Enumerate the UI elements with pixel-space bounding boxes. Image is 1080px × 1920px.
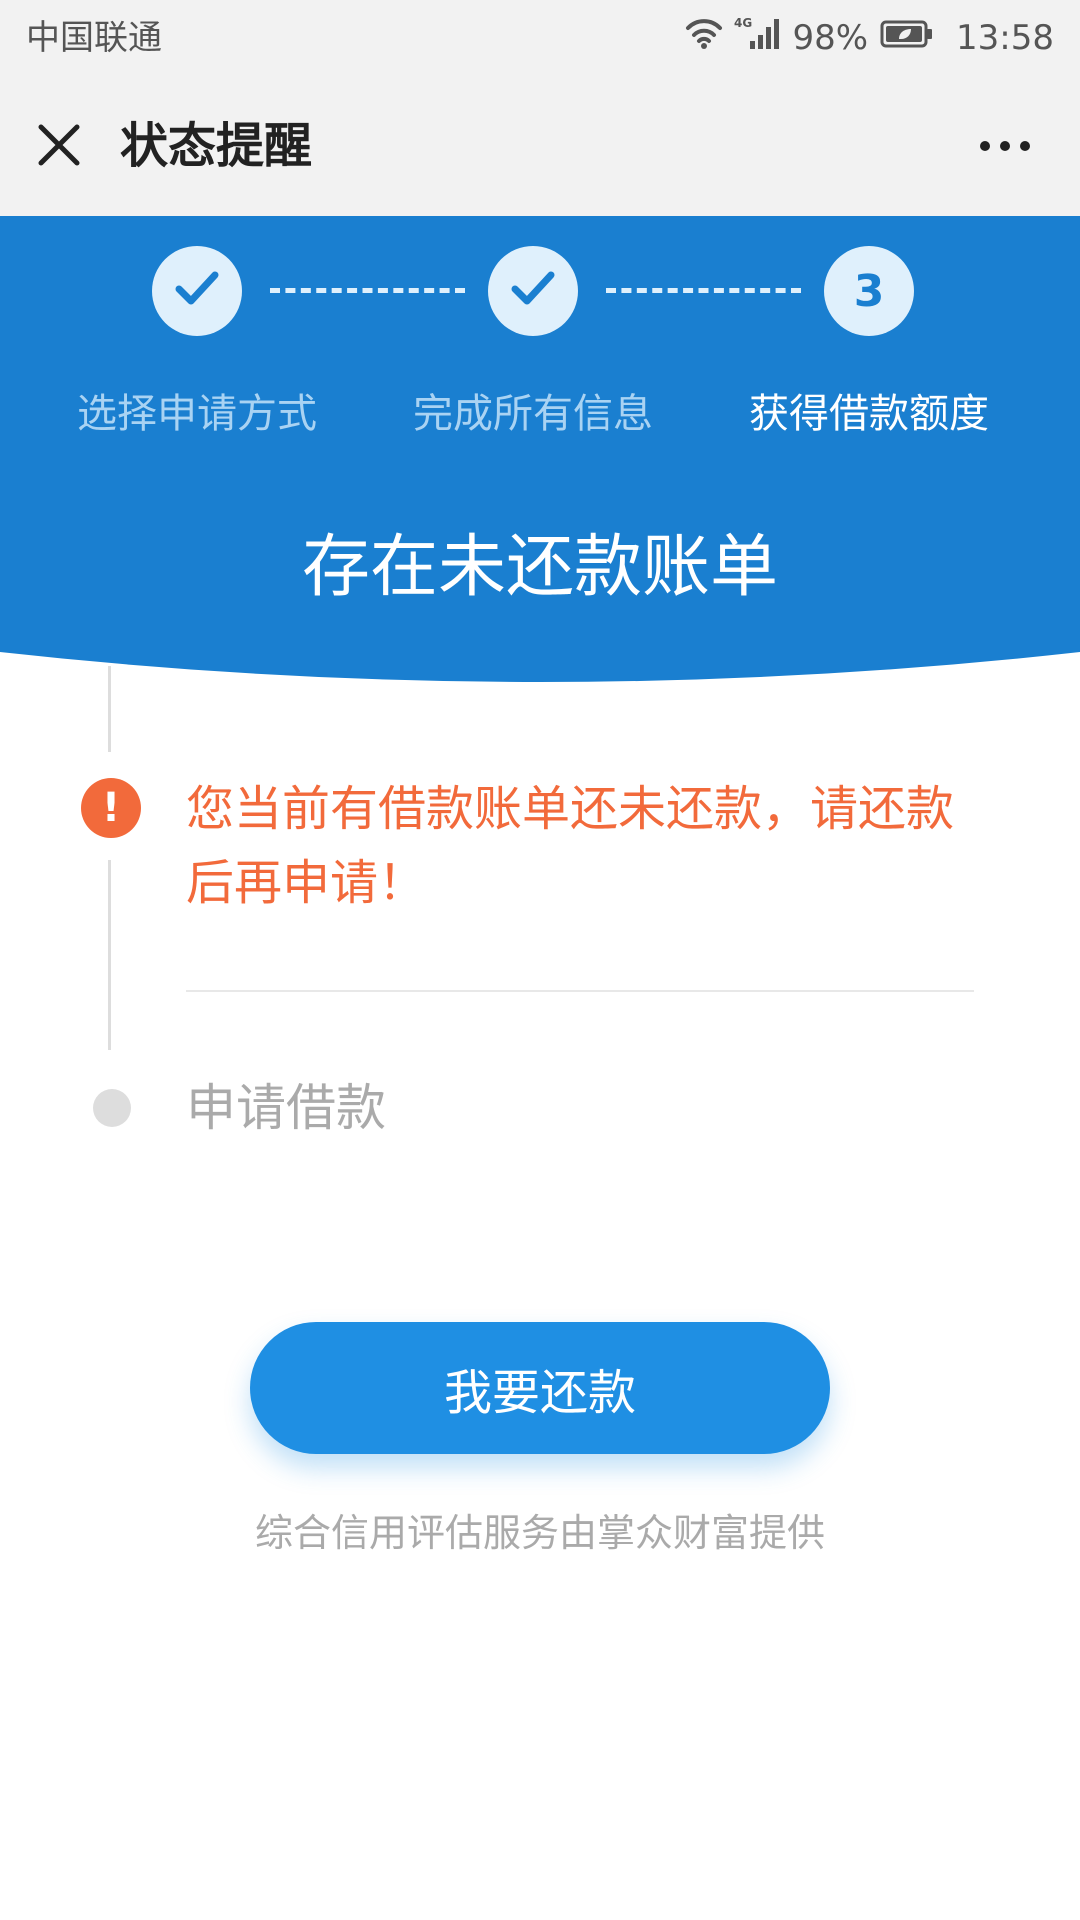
step-connector — [606, 288, 801, 293]
more-button[interactable] — [970, 120, 1040, 172]
step-dot — [93, 1089, 131, 1127]
check-icon — [174, 269, 220, 313]
more-icon — [977, 137, 1033, 156]
check-icon — [510, 269, 556, 313]
status-bar: 中国联通 4G 98% 13:58 — [0, 0, 1080, 76]
alert-icon: ! — [81, 778, 141, 838]
step-2-done — [488, 246, 578, 336]
status-title: 存在未还款账单 — [301, 528, 778, 607]
page-title: 状态提醒 — [120, 118, 313, 174]
timeline-line — [108, 666, 111, 752]
step-connector — [270, 288, 465, 293]
timeline-line — [108, 860, 111, 1050]
carrier-name: 中国联通 — [26, 18, 162, 58]
step-3-current: 3 — [824, 246, 914, 336]
close-button[interactable] — [30, 118, 88, 176]
status-indicators: 4G 98% 13:58 — [684, 16, 1054, 60]
progress-header: 3 选择申请方式 完成所有信息 获得借款额度 存在未还款账单 — [0, 216, 1080, 686]
step-label: 完成所有信息 — [413, 391, 653, 437]
close-icon — [37, 123, 81, 171]
apply-loan-step: 申请借款 — [186, 1079, 386, 1137]
svg-text:4G: 4G — [734, 16, 752, 30]
battery-icon — [880, 16, 934, 60]
step-label: 选择申请方式 — [77, 391, 317, 437]
alert-message: 您当前有借款账单还未还款，请还款后再申请！ — [186, 781, 955, 911]
cellular-signal-icon: 4G — [734, 15, 782, 62]
service-provider-note: 综合信用评估服务由掌众财富提供 — [254, 1511, 825, 1555]
clock: 13:58 — [956, 18, 1054, 58]
wifi-icon — [684, 16, 724, 61]
step-1-done — [152, 246, 242, 336]
repay-button[interactable]: 我要还款 — [250, 1322, 830, 1454]
nav-bar: 状态提醒 — [0, 76, 1080, 216]
divider — [186, 990, 974, 992]
battery-percentage: 98% — [792, 18, 869, 58]
step-number: 3 — [853, 265, 885, 317]
step-label-current: 获得借款额度 — [749, 391, 989, 437]
